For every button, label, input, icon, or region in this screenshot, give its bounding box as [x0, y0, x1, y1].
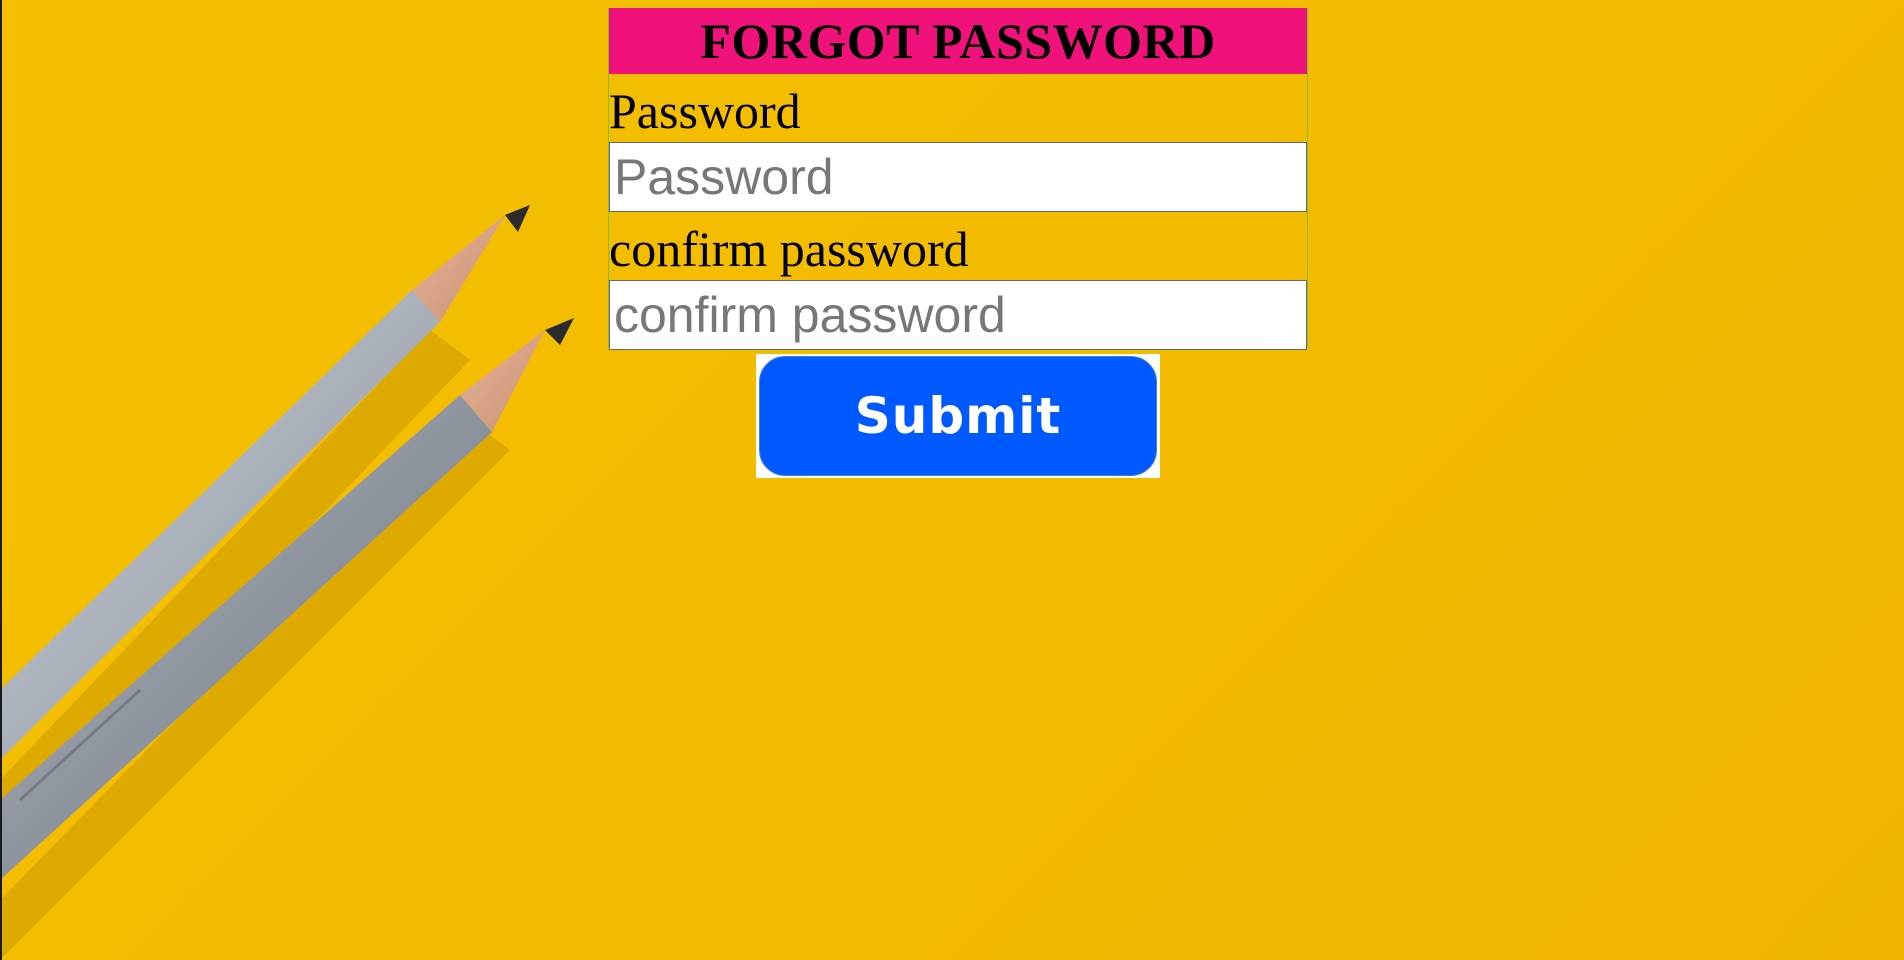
- submit-button[interactable]: Submit: [759, 356, 1157, 476]
- confirm-password-label: confirm password: [609, 221, 969, 277]
- confirm-password-input[interactable]: [609, 280, 1307, 350]
- password-input[interactable]: [609, 142, 1307, 212]
- window-left-edge: [0, 0, 2, 960]
- page-title: FORGOT PASSWORD: [700, 13, 1216, 69]
- password-label: Password: [609, 83, 801, 139]
- form-header: FORGOT PASSWORD: [609, 8, 1307, 74]
